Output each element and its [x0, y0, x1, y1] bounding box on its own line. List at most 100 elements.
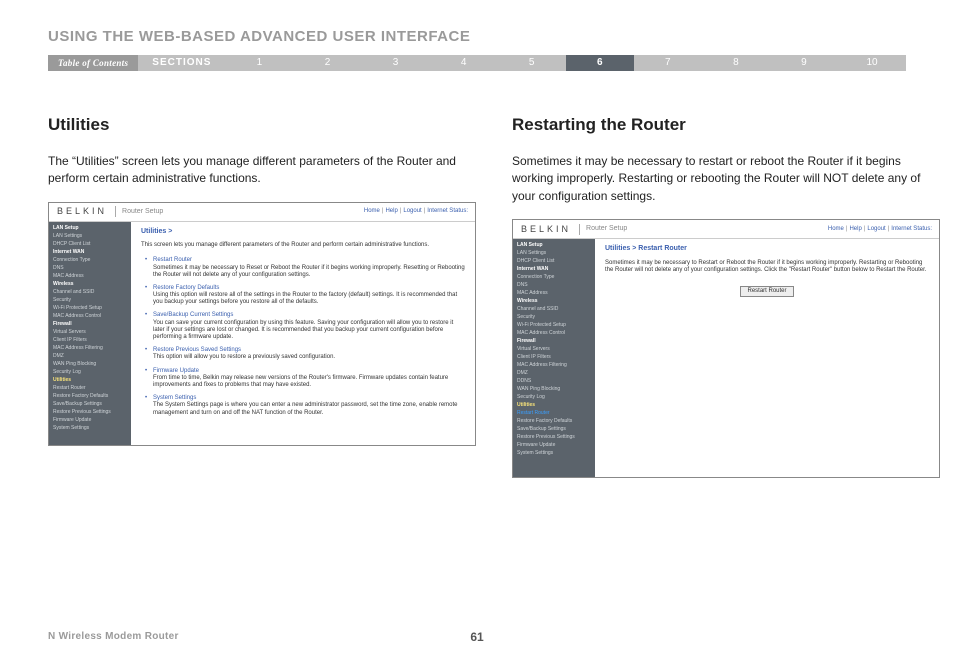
section-link-6[interactable]: 6: [566, 55, 634, 71]
sidebar-item[interactable]: Restore Previous Settings: [513, 433, 595, 441]
top-link[interactable]: Internet Status:: [891, 226, 932, 232]
sidebar-item[interactable]: LAN Setup: [49, 224, 131, 232]
sidebar-item[interactable]: System Settings: [49, 424, 131, 432]
sidebar-item[interactable]: MAC Address: [513, 289, 595, 297]
sidebar-item[interactable]: Client IP Filters: [49, 336, 131, 344]
section-link-10[interactable]: 10: [838, 55, 906, 71]
utility-item-title[interactable]: Restore Factory Defaults: [153, 285, 465, 292]
sidebar-item[interactable]: Internet WAN: [49, 248, 131, 256]
sidebar-item[interactable]: DMZ: [49, 352, 131, 360]
sidebar-item[interactable]: Security Log: [513, 393, 595, 401]
sidebar-item[interactable]: Wireless: [49, 280, 131, 288]
top-link[interactable]: Logout: [867, 226, 885, 232]
sidebar-item[interactable]: DNS: [513, 281, 595, 289]
utility-item-desc: The System Settings page is where you ca…: [153, 402, 465, 416]
sidebar-item[interactable]: Client IP Filters: [513, 353, 595, 361]
section-link-4[interactable]: 4: [430, 55, 498, 71]
section-link-1[interactable]: 1: [225, 55, 293, 71]
sidebar-item[interactable]: Restore Factory Defaults: [49, 392, 131, 400]
router-sidebar[interactable]: LAN SetupLAN SettingsDHCP Client ListInt…: [513, 239, 595, 477]
left-column: Utilities The “Utilities” screen lets yo…: [48, 115, 476, 478]
utility-item: Restart RouterSometimes it may be necess…: [153, 257, 465, 279]
section-link-8[interactable]: 8: [702, 55, 770, 71]
sidebar-item[interactable]: Virtual Servers: [513, 345, 595, 353]
screenshot-restart: BELKIN Router Setup Home|Help|Logout|Int…: [512, 219, 940, 478]
top-link[interactable]: Home: [364, 208, 380, 214]
sidebar-item[interactable]: Internet WAN: [513, 265, 595, 273]
sidebar-item[interactable]: Utilities: [49, 376, 131, 384]
top-links[interactable]: Home|Help|Logout|Internet Status:: [827, 226, 939, 233]
section-link-5[interactable]: 5: [498, 55, 566, 71]
utility-item: Restore Previous Saved SettingsThis opti…: [153, 347, 465, 361]
sidebar-item[interactable]: MAC Address Filtering: [513, 361, 595, 369]
utility-item-title[interactable]: Save/Backup Current Settings: [153, 312, 465, 319]
sidebar-item[interactable]: Channel and SSID: [513, 305, 595, 313]
sidebar-item[interactable]: Wireless: [513, 297, 595, 305]
top-link[interactable]: Help: [385, 208, 397, 214]
top-links[interactable]: Home|Help|Logout|Internet Status:: [363, 208, 475, 215]
sidebar-item[interactable]: Firewall: [49, 320, 131, 328]
sidebar-item[interactable]: MAC Address Control: [49, 312, 131, 320]
sidebar-item[interactable]: MAC Address: [49, 272, 131, 280]
toc-link[interactable]: Table of Contents: [48, 55, 138, 71]
utilities-intro: This screen lets you manage different pa…: [141, 242, 465, 249]
sidebar-item[interactable]: Firewall: [513, 337, 595, 345]
top-link[interactable]: Logout: [403, 208, 421, 214]
sidebar-item[interactable]: DMZ: [513, 369, 595, 377]
utility-item-title[interactable]: System Settings: [153, 395, 465, 402]
right-column: Restarting the Router Sometimes it may b…: [512, 115, 940, 478]
section-link-2[interactable]: 2: [293, 55, 361, 71]
sidebar-item[interactable]: Security Log: [49, 368, 131, 376]
belkin-logo: BELKIN: [49, 206, 116, 217]
utility-item-title[interactable]: Restart Router: [153, 257, 465, 264]
sidebar-item[interactable]: DDNS: [513, 377, 595, 385]
sidebar-item[interactable]: Restart Router: [49, 384, 131, 392]
page-header: USING THE WEB-BASED ADVANCED USER INTERF…: [48, 28, 906, 45]
top-link[interactable]: Home: [828, 226, 844, 232]
router-sidebar[interactable]: LAN SetupLAN SettingsDHCP Client ListInt…: [49, 222, 131, 445]
utility-item-title[interactable]: Firmware Update: [153, 368, 465, 375]
sidebar-item[interactable]: DHCP Client List: [513, 257, 595, 265]
sidebar-item[interactable]: Restore Previous Settings: [49, 408, 131, 416]
sidebar-item[interactable]: MAC Address Control: [513, 329, 595, 337]
sidebar-item[interactable]: Connection Type: [513, 273, 595, 281]
utility-item-desc: This option will allow you to restore a …: [153, 354, 465, 361]
sidebar-item[interactable]: Security: [513, 313, 595, 321]
sidebar-item[interactable]: DNS: [49, 264, 131, 272]
section-link-9[interactable]: 9: [770, 55, 838, 71]
sidebar-item[interactable]: Firmware Update: [513, 441, 595, 449]
sidebar-item[interactable]: Restart Router: [513, 409, 595, 417]
sidebar-item[interactable]: WAN Ping Blocking: [513, 385, 595, 393]
sidebar-item[interactable]: Wi-Fi Protected Setup: [49, 304, 131, 312]
sidebar-item[interactable]: Virtual Servers: [49, 328, 131, 336]
sidebar-item[interactable]: WAN Ping Blocking: [49, 360, 131, 368]
sidebar-item[interactable]: LAN Settings: [49, 232, 131, 240]
sidebar-item[interactable]: Restore Factory Defaults: [513, 417, 595, 425]
sidebar-item[interactable]: Save/Backup Settings: [513, 425, 595, 433]
sections-label: SECTIONS: [138, 55, 225, 71]
sidebar-item[interactable]: Connection Type: [49, 256, 131, 264]
sidebar-item[interactable]: DHCP Client List: [49, 240, 131, 248]
utility-item: System SettingsThe System Settings page …: [153, 395, 465, 417]
utility-item-title[interactable]: Restore Previous Saved Settings: [153, 347, 465, 354]
utilities-heading: Utilities: [48, 115, 476, 135]
sidebar-item[interactable]: LAN Setup: [513, 241, 595, 249]
sidebar-item[interactable]: MAC Address Filtering: [49, 344, 131, 352]
restart-router-button[interactable]: Restart Router: [740, 286, 793, 297]
section-link-3[interactable]: 3: [362, 55, 430, 71]
sidebar-item[interactable]: System Settings: [513, 449, 595, 457]
sidebar-item[interactable]: Security: [49, 296, 131, 304]
sidebar-item[interactable]: Save/Backup Settings: [49, 400, 131, 408]
sidebar-item[interactable]: Utilities: [513, 401, 595, 409]
utilities-list: Restart RouterSometimes it may be necess…: [141, 257, 465, 416]
router-setup-label: Router Setup: [116, 208, 363, 216]
sidebar-item[interactable]: Channel and SSID: [49, 288, 131, 296]
sidebar-item[interactable]: LAN Settings: [513, 249, 595, 257]
top-link[interactable]: Internet Status:: [427, 208, 468, 214]
top-link[interactable]: Help: [849, 226, 861, 232]
sidebar-item[interactable]: Firmware Update: [49, 416, 131, 424]
screenshot-utilities: BELKIN Router Setup Home|Help|Logout|Int…: [48, 202, 476, 446]
section-link-7[interactable]: 7: [634, 55, 702, 71]
sidebar-item[interactable]: Wi-Fi Protected Setup: [513, 321, 595, 329]
restart-intro: Sometimes it may be necessary to Restart…: [605, 260, 929, 274]
